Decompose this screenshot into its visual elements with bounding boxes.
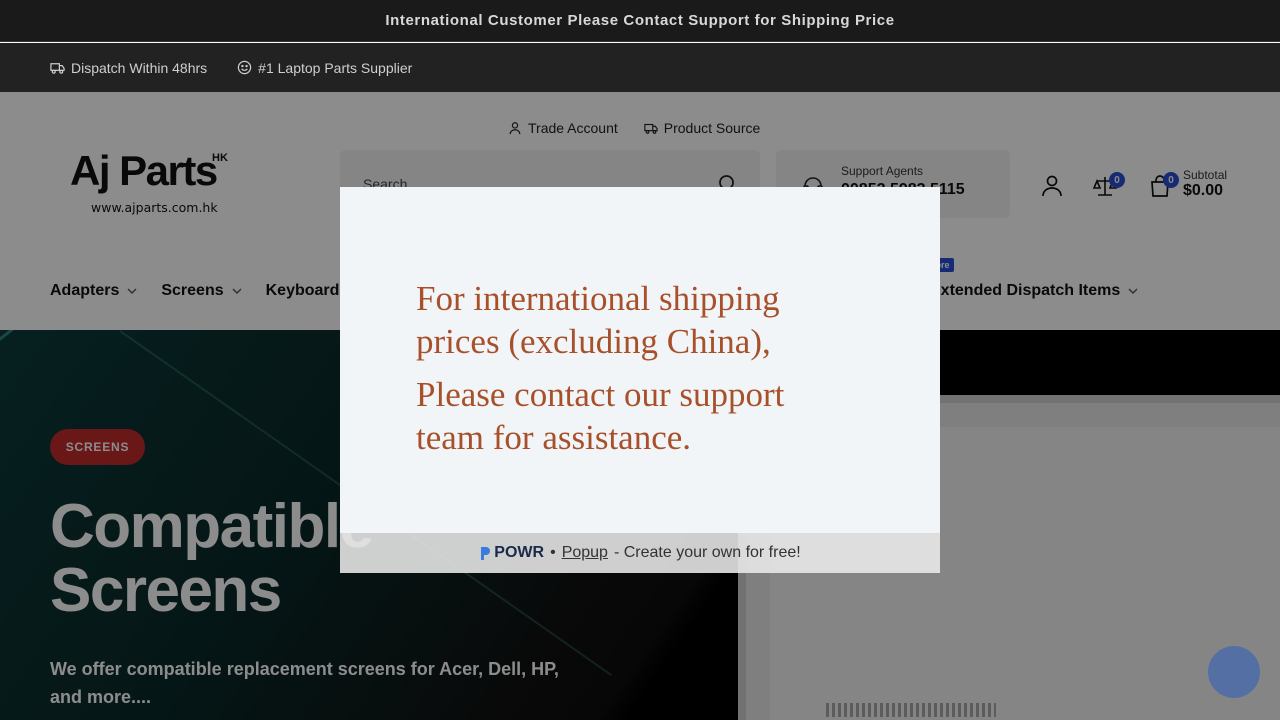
powr-brand-text: POWR <box>494 544 545 561</box>
announcement-text: International Customer Please Contact Su… <box>385 12 895 29</box>
shipping-popup: For international shipping prices (exclu… <box>340 187 940 533</box>
dispatch-info: Dispatch Within 48hrs <box>50 60 207 76</box>
announcement-bar: International Customer Please Contact Su… <box>0 0 1280 42</box>
popup-message: For international shipping prices (exclu… <box>416 277 836 459</box>
powr-footer: POWR • Popup - Create your own for free! <box>340 533 940 573</box>
smile-icon <box>237 60 252 75</box>
supplier-info: #1 Laptop Parts Supplier <box>237 60 412 76</box>
dispatch-text: Dispatch Within 48hrs <box>71 59 208 76</box>
globe-icon[interactable] <box>1208 646 1260 698</box>
truck-icon <box>50 63 65 74</box>
powr-tagline: - Create your own for free! <box>613 544 801 561</box>
powr-separator: • <box>550 544 556 561</box>
info-bar: Dispatch Within 48hrs #1 Laptop Parts Su… <box>0 43 1280 92</box>
popup-line: For international shipping prices (exclu… <box>416 279 780 361</box>
supplier-text: #1 Laptop Parts Supplier <box>258 59 413 76</box>
powr-popup-link[interactable]: Popup <box>562 544 608 562</box>
popup-line: Please contact our support team for assi… <box>416 375 785 457</box>
powr-logo-icon <box>481 546 491 560</box>
powr-brand[interactable]: POWR <box>479 544 544 562</box>
